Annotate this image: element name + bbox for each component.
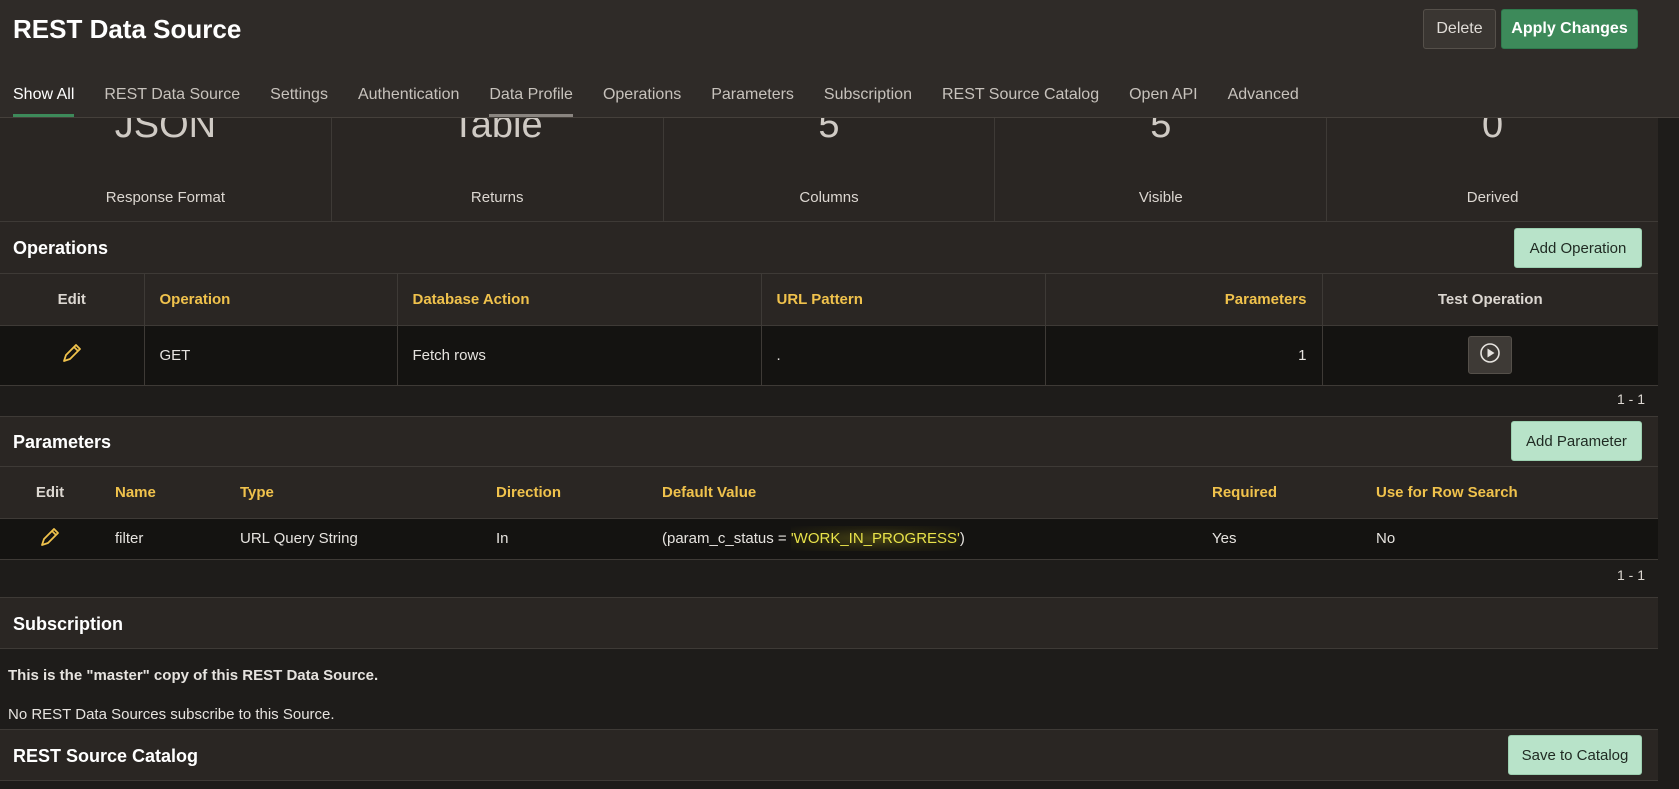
tab-rest-data-source[interactable]: REST Data Source (104, 86, 240, 118)
table-header-row: Edit Operation Database Action URL Patte… (0, 274, 1658, 325)
tab-advanced[interactable]: Advanced (1228, 86, 1299, 118)
tab-authentication[interactable]: Authentication (358, 86, 459, 118)
delete-button[interactable]: Delete (1423, 9, 1496, 49)
tab-rest-source-catalog[interactable]: REST Source Catalog (942, 86, 1099, 118)
stat-label: Derived (1466, 189, 1519, 206)
subscription-region-header: Subscription (0, 597, 1658, 649)
default-value-suffix: ) (959, 530, 965, 547)
column-header-direction[interactable]: Direction (481, 467, 647, 518)
column-header-required[interactable]: Required (1197, 467, 1361, 518)
column-header-test-operation: Test Operation (1437, 290, 1543, 308)
parameters-count-cell: 1 (1045, 325, 1323, 385)
stat-returns: Table Returns (332, 118, 664, 221)
add-parameter-button[interactable]: Add Parameter (1511, 421, 1642, 461)
stat-label: Returns (470, 189, 524, 206)
default-value-highlight: 'WORK_IN_PROGRESS' (790, 526, 960, 551)
tab-bar: Show All REST Data Source Settings Authe… (13, 86, 1329, 118)
stat-response-format: JSON Response Format (0, 118, 332, 221)
direction-cell: In (496, 530, 509, 547)
stat-value: Table (451, 118, 543, 146)
type-cell: URL Query String (240, 530, 358, 547)
stat-label: Visible (1138, 189, 1183, 206)
column-header-parameters[interactable]: Parameters (1045, 274, 1323, 325)
database-action-cell: Fetch rows (397, 325, 762, 385)
page-title: REST Data Source (13, 14, 242, 44)
column-header-default-value[interactable]: Default Value (647, 467, 1197, 518)
operations-region-header: Operations Add Operation (0, 222, 1658, 274)
test-operation-button[interactable] (1468, 336, 1513, 374)
tab-subscription[interactable]: Subscription (824, 86, 912, 118)
subscription-none-text: No REST Data Sources subscribe to this S… (8, 706, 335, 723)
parameters-pagination: 1 - 1 (1616, 567, 1645, 583)
pencil-icon[interactable] (39, 527, 61, 552)
subscription-master-text: This is the "master" copy of this REST D… (8, 667, 379, 684)
operations-table: Edit Operation Database Action URL Patte… (0, 274, 1658, 386)
column-header-name[interactable]: Name (100, 467, 225, 518)
parameters-region-header: Parameters Add Parameter (0, 416, 1658, 467)
column-header-url-pattern[interactable]: URL Pattern (761, 274, 1046, 325)
stat-derived: 0 Derived (1327, 118, 1658, 221)
test-operation-cell (1322, 325, 1658, 385)
url-pattern-cell: . (761, 325, 1046, 385)
tab-open-api[interactable]: Open API (1129, 86, 1198, 118)
subscription-title: Subscription (13, 614, 124, 634)
column-header-edit: Edit (0, 274, 145, 325)
edit-cell (0, 325, 145, 385)
operations-title: Operations (13, 238, 109, 258)
stat-label: Response Format (105, 189, 225, 206)
table-row: filter URL Query String In (param_c_stat… (0, 518, 1658, 559)
table-header-row: Edit Name Type Direction Default Value R… (0, 467, 1658, 518)
save-to-catalog-button[interactable]: Save to Catalog (1508, 735, 1642, 775)
parameters-table: Edit Name Type Direction Default Value R… (0, 467, 1658, 560)
row-search-cell: No (1376, 530, 1396, 547)
stat-value: 5 (818, 118, 840, 146)
tab-settings[interactable]: Settings (270, 86, 328, 118)
edit-cell (0, 518, 100, 559)
column-header-use-for-row-search[interactable]: Use for Row Search (1361, 467, 1658, 518)
pencil-icon[interactable] (61, 344, 83, 368)
operations-pagination: 1 - 1 (1616, 391, 1645, 407)
tab-operations[interactable]: Operations (603, 86, 681, 118)
stat-label: Columns (799, 189, 859, 206)
stat-value: 0 (1482, 118, 1504, 146)
add-operation-button[interactable]: Add Operation (1514, 228, 1642, 268)
required-cell: Yes (1212, 530, 1237, 547)
tab-show-all[interactable]: Show All (13, 86, 75, 118)
data-profile-stats: JSON Response Format Table Returns 5 Col… (0, 118, 1658, 222)
stat-value: 5 (1150, 118, 1172, 146)
catalog-title: REST Source Catalog (13, 746, 199, 766)
table-row: GET Fetch rows . 1 (0, 325, 1658, 385)
column-header-operation[interactable]: Operation (144, 274, 398, 325)
column-header-database-action[interactable]: Database Action (397, 274, 762, 325)
parameters-title: Parameters (13, 432, 112, 452)
default-value-cell: (param_c_status = 'WORK_IN_PROGRESS') (647, 518, 1197, 559)
apply-changes-button[interactable]: Apply Changes (1501, 9, 1638, 49)
catalog-region-header: REST Source Catalog Save to Catalog (0, 729, 1658, 781)
column-header-type[interactable]: Type (225, 467, 481, 518)
tab-parameters[interactable]: Parameters (711, 86, 794, 118)
stat-value: JSON (114, 118, 217, 146)
play-icon (1479, 342, 1501, 368)
stat-visible: 5 Visible (995, 118, 1328, 221)
name-cell: filter (115, 530, 144, 547)
stat-columns: 5 Columns (664, 118, 996, 221)
column-header-edit: Edit (35, 483, 65, 501)
tab-data-profile[interactable]: Data Profile (489, 86, 573, 118)
operation-cell: GET (144, 325, 398, 385)
default-value-prefix: (param_c_status = (662, 530, 791, 547)
page-header: REST Data Source Delete Apply Changes Sh… (0, 0, 1679, 118)
